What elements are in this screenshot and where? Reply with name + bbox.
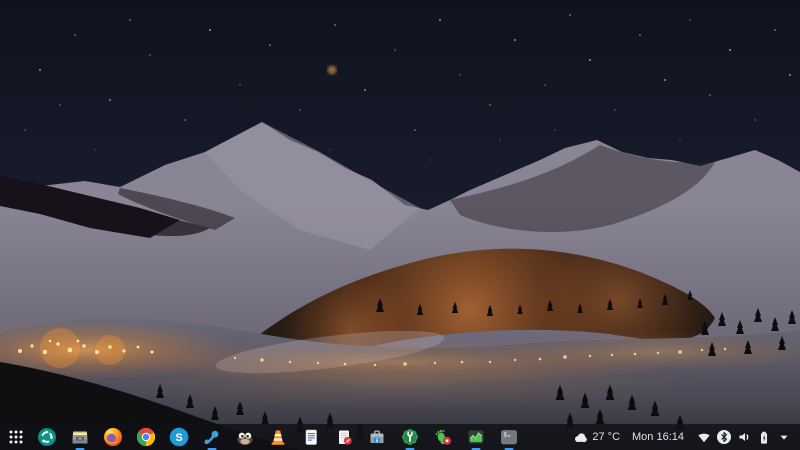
chevron-down-icon [780,435,788,440]
bluetooth-button[interactable] [716,429,732,445]
wifi-icon [698,433,710,443]
writer-document-icon [305,429,317,445]
bluetooth-icon [717,430,731,444]
launcher-settings-tools[interactable] [400,427,420,447]
launcher-chrome[interactable] [136,427,156,447]
clock-label[interactable]: Mon 16:14 [632,424,684,450]
terminal-icon: $ [501,430,517,445]
launcher-firefox[interactable] [103,427,123,447]
file-manager-icon [72,431,88,444]
svg-text:S: S [175,432,182,444]
skype-icon: S [169,427,189,447]
launcher-vlc[interactable] [268,427,288,447]
system-tray [696,429,792,445]
launcher-toolbox-info[interactable] [367,427,387,447]
launcher-footprint-app[interactable] [433,427,453,447]
volume-icon [739,433,749,441]
settings-tools-icon [402,429,418,445]
launcher-document-editor[interactable] [334,427,354,447]
volume-button[interactable] [736,429,752,445]
launcher-terminal[interactable]: $ [499,427,519,447]
launcher-writer-document[interactable] [301,427,321,447]
launcher-system-monitor[interactable] [466,427,486,447]
launcher-group: S $ [8,424,519,450]
launcher-software-updater[interactable] [37,427,57,447]
temperature-label: 27 °C [592,431,621,443]
firefox-icon [104,428,122,446]
taskbar: S $ 27 °C Mon 16:14 [0,424,800,450]
launcher-gimp[interactable] [235,427,255,447]
footprint-app-icon [435,429,451,445]
svg-text:$: $ [503,432,507,439]
steam-icon [204,430,219,445]
moon-dot [327,65,337,75]
launcher-file-manager[interactable] [70,427,90,447]
toolbox-info-icon [370,430,384,444]
app-grid-button[interactable] [8,427,24,447]
document-editor-icon [339,430,352,445]
desktop: S $ 27 °C Mon 16:14 [0,0,800,450]
battery-icon [761,431,767,444]
wifi-button[interactable] [696,429,712,445]
gimp-icon [237,432,253,445]
vlc-icon [271,430,285,445]
tray-expander-button[interactable] [776,429,792,445]
weather-applet[interactable]: 27 °C [572,424,620,450]
status-area: 27 °C Mon 16:14 [572,424,792,450]
chrome-icon [136,427,156,446]
weather-cloud-icon [575,433,588,443]
launcher-skype[interactable]: S [169,427,189,447]
launcher-steam[interactable] [202,427,222,447]
app-grid-icon [9,430,23,444]
battery-button[interactable] [756,429,772,445]
software-updater-icon [38,428,56,446]
wallpaper-image [0,0,800,450]
system-monitor-icon [468,430,484,444]
